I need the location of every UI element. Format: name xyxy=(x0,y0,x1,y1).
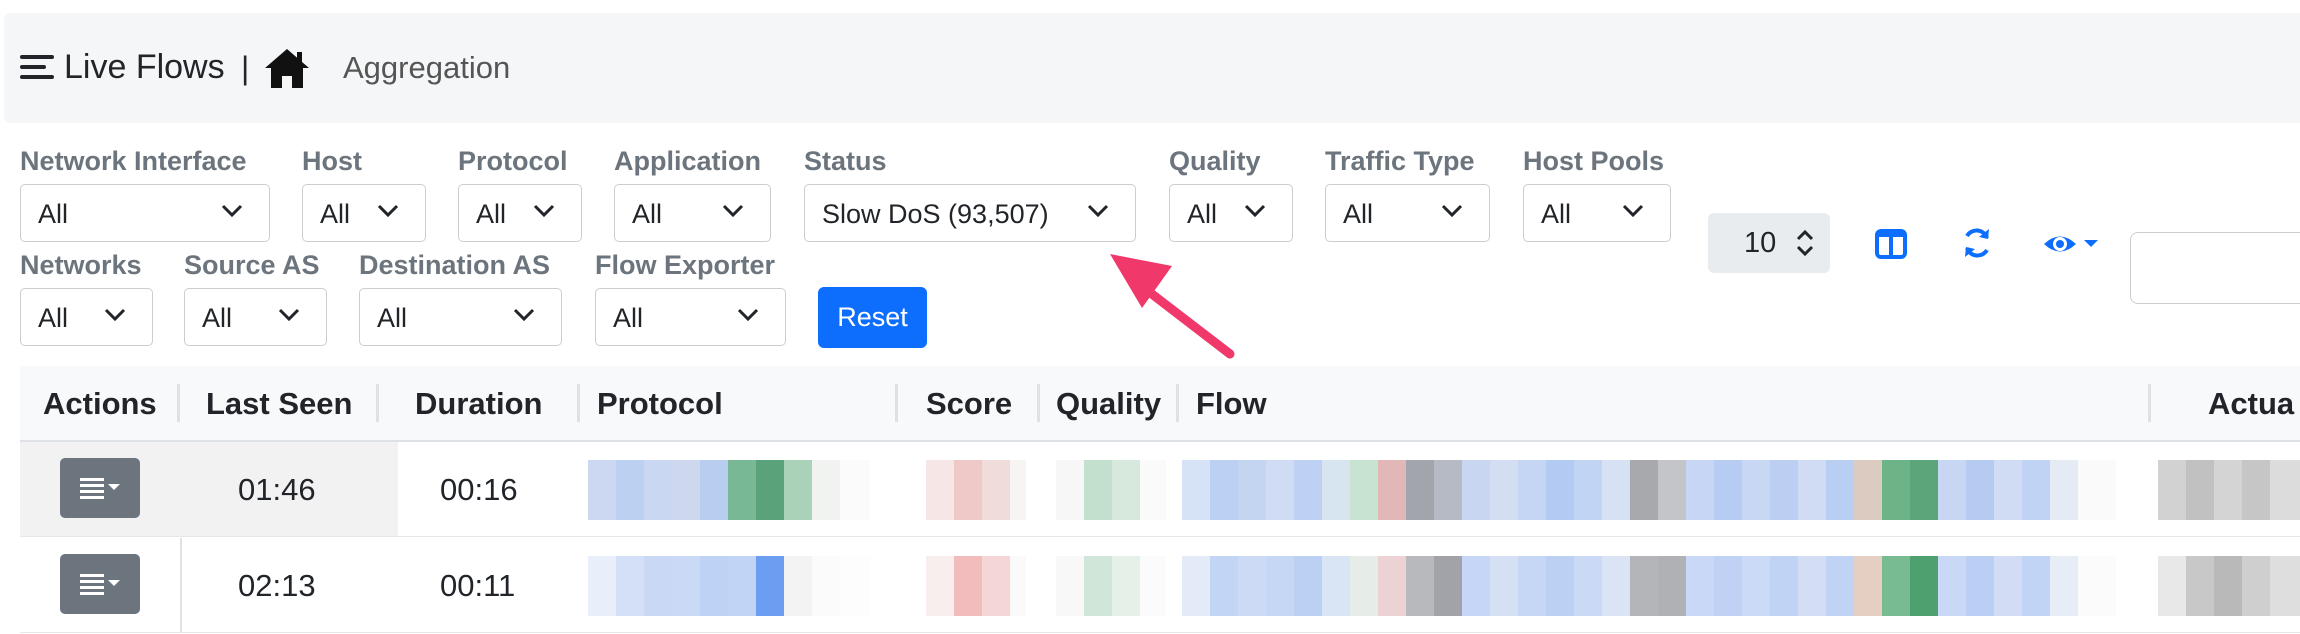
column-header-quality[interactable]: Quality xyxy=(1056,386,1161,422)
column-divider[interactable] xyxy=(2148,384,2151,422)
search-input[interactable] xyxy=(2130,232,2300,304)
chevron-down-icon xyxy=(722,204,744,218)
protocol-cell-redacted xyxy=(588,556,870,616)
eye-icon[interactable] xyxy=(2042,229,2100,259)
annotation-arrow-icon xyxy=(1110,254,1235,359)
filter-label-destination-as: Destination AS xyxy=(359,250,551,280)
score-cell-redacted xyxy=(926,460,1026,520)
chevron-down-icon xyxy=(1087,204,1109,218)
chevron-down-icon xyxy=(513,308,535,322)
filter-label-network-interface: Network Interface xyxy=(20,146,247,176)
filter-label-quality: Quality xyxy=(1169,146,1261,176)
list-icon xyxy=(80,478,120,499)
filter-label-host: Host xyxy=(302,146,362,176)
page-size-stepper[interactable]: 10 xyxy=(1708,213,1830,273)
column-header-actual[interactable]: Actua xyxy=(2208,386,2294,422)
actions-cell xyxy=(20,442,182,536)
home-icon[interactable] xyxy=(263,46,311,90)
column-divider[interactable] xyxy=(376,384,379,422)
actual-cell-redacted xyxy=(2158,460,2300,520)
duration-value: 00:16 xyxy=(440,472,518,507)
filter-label-protocol: Protocol xyxy=(458,146,568,176)
column-header-flow[interactable]: Flow xyxy=(1196,386,1267,422)
host-pools-select[interactable]: All xyxy=(1523,184,1671,242)
column-header-duration[interactable]: Duration xyxy=(415,386,542,422)
networks-select[interactable]: All xyxy=(20,288,153,346)
menu-icon[interactable] xyxy=(20,53,54,81)
last-seen-value: 01:46 xyxy=(238,472,316,507)
filter-label-status: Status xyxy=(804,146,887,176)
row-actions-button[interactable] xyxy=(60,554,140,614)
source-as-select[interactable]: All xyxy=(184,288,327,346)
filter-label-source-as: Source AS xyxy=(184,250,320,280)
reset-button[interactable]: Reset xyxy=(818,287,927,348)
chevron-down-icon xyxy=(533,204,555,218)
columns-icon[interactable] xyxy=(1875,229,1907,259)
column-divider[interactable] xyxy=(1176,384,1179,422)
flow-exporter-select[interactable]: All xyxy=(595,288,786,346)
stepper-icon[interactable] xyxy=(1795,228,1815,258)
application-select[interactable]: All xyxy=(614,184,771,242)
filter-label-flow-exporter: Flow Exporter xyxy=(595,250,776,280)
chevron-down-icon xyxy=(1622,204,1644,218)
last-seen-cell: 02:13 xyxy=(180,538,398,632)
column-divider[interactable] xyxy=(1037,384,1040,422)
traffic-type-select[interactable]: All xyxy=(1325,184,1490,242)
page-title: Live Flows xyxy=(64,48,225,86)
last-seen-value: 02:13 xyxy=(238,568,316,603)
column-header-actions[interactable]: Actions xyxy=(43,386,157,422)
actions-cell xyxy=(20,538,182,632)
flow-cell-redacted xyxy=(1182,460,2132,520)
column-header-protocol[interactable]: Protocol xyxy=(597,386,723,422)
table-row[interactable]: 01:46 00:16 xyxy=(20,442,2300,537)
duration-value: 00:11 xyxy=(440,568,516,603)
column-divider[interactable] xyxy=(895,384,898,422)
filter-label-application: Application xyxy=(614,146,761,176)
filter-label-networks: Networks xyxy=(20,250,142,280)
chevron-down-icon xyxy=(1244,204,1266,218)
table-row[interactable]: 02:13 00:11 xyxy=(20,538,2300,633)
quality-cell-redacted xyxy=(1056,556,1166,616)
chevron-down-icon xyxy=(221,204,243,218)
row-actions-button[interactable] xyxy=(60,458,140,518)
column-divider[interactable] xyxy=(177,384,180,422)
title-separator: | xyxy=(241,50,250,86)
chevron-down-icon xyxy=(104,308,126,322)
protocol-select[interactable]: All xyxy=(458,184,582,242)
status-select[interactable]: Slow DoS (93,507) xyxy=(804,184,1136,242)
flow-cell-redacted xyxy=(1182,556,2132,616)
host-select[interactable]: All xyxy=(302,184,426,242)
list-icon xyxy=(80,574,120,595)
table-header: Actions Last Seen Duration Protocol Scor… xyxy=(20,366,2300,442)
refresh-icon[interactable] xyxy=(1960,226,1994,260)
filter-label-host-pools: Host Pools xyxy=(1523,146,1665,176)
actual-cell-redacted xyxy=(2158,556,2300,616)
chevron-down-icon xyxy=(278,308,300,322)
destination-as-select[interactable]: All xyxy=(359,288,562,346)
column-header-score[interactable]: Score xyxy=(926,386,1012,422)
score-cell-redacted xyxy=(926,556,1026,616)
last-seen-cell: 01:46 xyxy=(180,442,398,536)
chevron-down-icon xyxy=(737,308,759,322)
network-interface-select[interactable]: All xyxy=(20,184,270,242)
chevron-down-icon xyxy=(1441,204,1463,218)
quality-cell-redacted xyxy=(1056,460,1166,520)
chevron-down-icon xyxy=(377,204,399,218)
breadcrumb-aggregation[interactable]: Aggregation xyxy=(343,50,510,86)
column-divider[interactable] xyxy=(577,384,580,422)
filter-label-traffic-type: Traffic Type xyxy=(1325,146,1475,176)
column-header-last-seen[interactable]: Last Seen xyxy=(206,386,352,422)
quality-select[interactable]: All xyxy=(1169,184,1293,242)
protocol-cell-redacted xyxy=(588,460,870,520)
